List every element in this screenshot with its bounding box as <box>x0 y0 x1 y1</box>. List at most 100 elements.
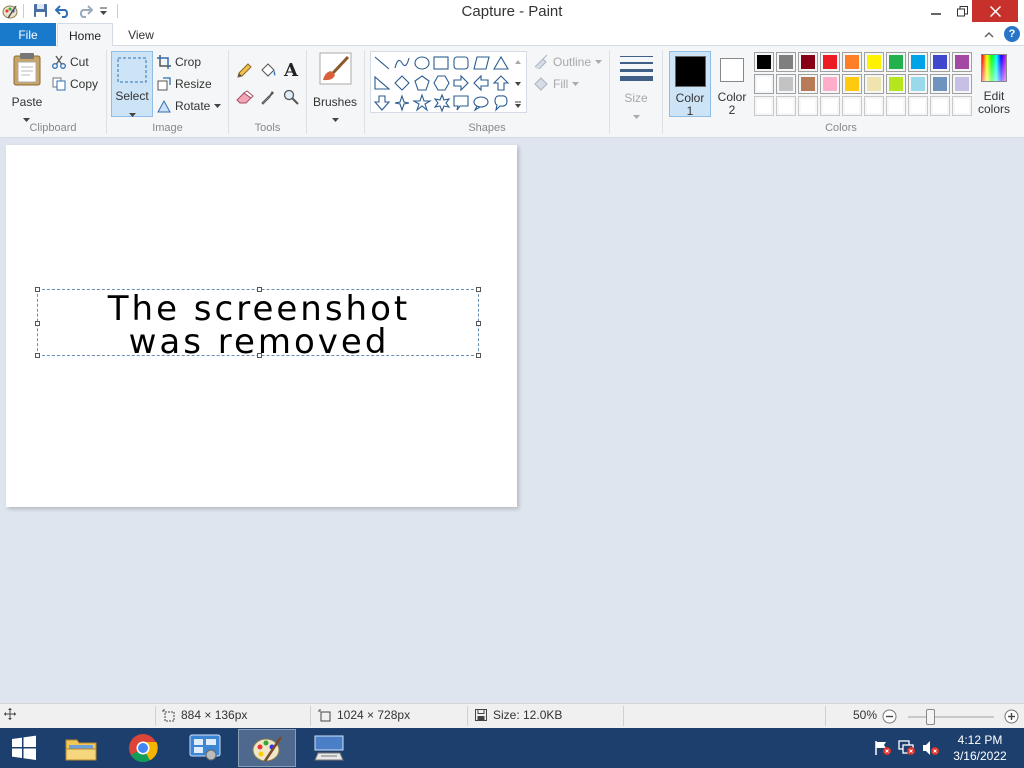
resize-handle[interactable] <box>476 321 481 326</box>
color-swatch[interactable] <box>952 96 972 116</box>
color-swatch[interactable] <box>798 96 818 116</box>
color-swatch[interactable] <box>754 96 774 116</box>
copy-button[interactable]: Copy <box>52 74 98 94</box>
color-swatch[interactable] <box>776 96 796 116</box>
shapes-scroll-up-icon[interactable] <box>514 54 522 68</box>
copy-label: Copy <box>70 77 99 91</box>
cut-button[interactable]: Cut <box>52 52 89 72</box>
zoom-slider-track[interactable] <box>908 709 994 725</box>
resize-handle[interactable] <box>257 353 262 358</box>
edit-colors-button[interactable]: Edit colors <box>976 52 1012 118</box>
resize-handle[interactable] <box>35 287 40 292</box>
text-selection-box[interactable]: The screenshot was removed <box>35 287 481 359</box>
customize-quick-access-icon[interactable] <box>99 5 108 17</box>
brushes-button[interactable]: Brushes <box>312 52 358 122</box>
zoom-slider-thumb[interactable] <box>925 709 935 725</box>
select-rectangle-icon <box>117 57 147 83</box>
color-swatch[interactable] <box>908 52 928 72</box>
color-swatch[interactable] <box>754 52 774 72</box>
color1-button[interactable]: Color 1 <box>669 51 711 118</box>
color-swatch[interactable] <box>754 74 774 94</box>
color-swatch-fill <box>801 99 815 113</box>
tab-file[interactable]: File <box>0 23 56 46</box>
resize-handle[interactable] <box>257 287 262 292</box>
magnifier-icon[interactable] <box>283 89 299 108</box>
color-swatch[interactable] <box>776 52 796 72</box>
color-swatch[interactable] <box>952 74 972 94</box>
color-swatch[interactable] <box>820 52 840 72</box>
color-swatch[interactable] <box>820 74 840 94</box>
color-swatch[interactable] <box>842 96 862 116</box>
shapes-scroll-down-icon[interactable] <box>514 76 522 90</box>
rotate-button[interactable]: Rotate <box>157 96 222 116</box>
taskbar-clock[interactable]: 4:12 PM 3/16/2022 <box>944 732 1016 764</box>
color-swatch[interactable] <box>798 52 818 72</box>
crop-button[interactable]: Crop <box>157 52 201 72</box>
tab-home[interactable]: Home <box>57 23 113 47</box>
resize-handle[interactable] <box>476 353 481 358</box>
canvas-text[interactable]: The screenshot was removed <box>38 292 480 359</box>
color-swatch[interactable] <box>776 74 796 94</box>
color-swatch[interactable] <box>864 74 884 94</box>
taskbar-control-panel[interactable] <box>176 729 234 767</box>
color-swatch[interactable] <box>930 96 950 116</box>
resize-button[interactable]: Resize <box>157 74 212 94</box>
fill-button[interactable]: Fill <box>533 74 580 94</box>
paint-app-icon[interactable] <box>2 3 18 19</box>
color-swatch[interactable] <box>930 52 950 72</box>
color-swatch[interactable] <box>864 52 884 72</box>
zoom-out-button[interactable] <box>882 709 897 727</box>
taskbar-on-screen-keyboard[interactable] <box>300 729 358 767</box>
resize-handle[interactable] <box>476 287 481 292</box>
tab-view[interactable]: View <box>118 23 164 46</box>
action-center-flag-icon[interactable] <box>874 740 892 759</box>
color-swatch[interactable] <box>930 74 950 94</box>
collapse-ribbon-icon[interactable] <box>984 27 994 41</box>
color-swatch[interactable] <box>842 74 862 94</box>
paste-button[interactable]: Paste <box>9 52 45 122</box>
taskbar-file-explorer[interactable] <box>52 729 110 767</box>
color2-button[interactable]: Color 2 <box>712 51 750 117</box>
color-swatch[interactable] <box>798 74 818 94</box>
pencil-icon[interactable] <box>236 63 252 82</box>
color-picker-icon[interactable] <box>260 89 276 108</box>
color-swatch[interactable] <box>820 96 840 116</box>
selection-size-icon <box>162 708 175 721</box>
color-swatch[interactable] <box>952 52 972 72</box>
taskbar-paint[interactable] <box>238 729 296 767</box>
zoom-in-button[interactable] <box>1004 709 1019 727</box>
line-size-icon <box>620 56 653 81</box>
color-swatch[interactable] <box>908 96 928 116</box>
eraser-icon[interactable] <box>236 90 254 107</box>
outline-button[interactable]: Outline <box>533 52 603 72</box>
help-icon[interactable]: ? <box>1004 26 1020 42</box>
selection-size-text: 884 × 136px <box>181 708 248 722</box>
resize-handle[interactable] <box>35 353 40 358</box>
resize-handle[interactable] <box>35 321 40 326</box>
select-button[interactable]: Select <box>111 51 153 117</box>
color1-swatch <box>675 56 706 87</box>
text-tool-icon[interactable]: A <box>284 60 298 81</box>
shapes-more-icon[interactable] <box>514 98 522 112</box>
color-swatch[interactable] <box>864 96 884 116</box>
start-button[interactable] <box>0 729 48 767</box>
color-swatch[interactable] <box>842 52 862 72</box>
save-icon[interactable] <box>33 3 48 18</box>
fill-bucket-icon[interactable] <box>259 62 277 82</box>
redo-icon[interactable] <box>77 3 93 18</box>
undo-icon[interactable] <box>55 3 71 18</box>
close-button[interactable] <box>972 0 1018 22</box>
drawing-canvas[interactable]: The screenshot was removed <box>6 145 517 507</box>
size-button[interactable]: Size <box>616 52 656 119</box>
taskbar-chrome[interactable] <box>114 729 172 767</box>
volume-muted-icon[interactable] <box>922 740 940 759</box>
color-swatch[interactable] <box>886 74 906 94</box>
color-swatch[interactable] <box>908 74 928 94</box>
restore-button[interactable] <box>950 0 974 22</box>
minimize-button[interactable] <box>924 0 948 22</box>
color-swatch-fill <box>823 99 837 113</box>
network-icon[interactable] <box>898 740 916 759</box>
shapes-gallery[interactable] <box>370 51 527 113</box>
color-swatch[interactable] <box>886 96 906 116</box>
color-swatch[interactable] <box>886 52 906 72</box>
